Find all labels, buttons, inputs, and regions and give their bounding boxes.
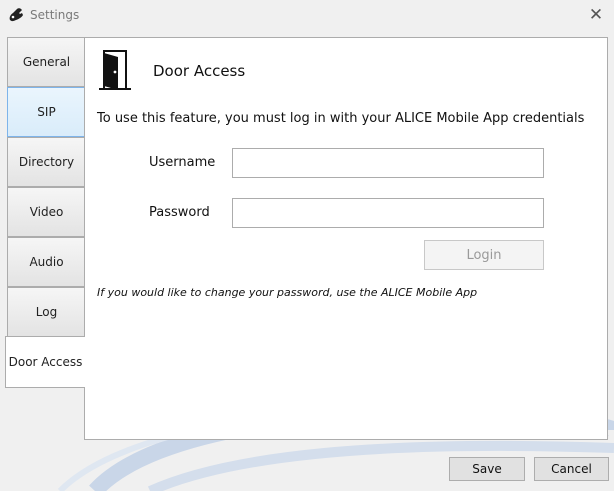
- username-label: Username: [149, 155, 216, 170]
- door-access-panel: Door Access To use this feature, you mus…: [84, 37, 608, 440]
- tab-label: Door Access: [8, 355, 83, 369]
- username-field[interactable]: [232, 148, 544, 178]
- intro-text: To use this feature, you must log in wit…: [97, 111, 585, 126]
- tab-directory[interactable]: Directory: [7, 137, 85, 187]
- tab-label: Log: [35, 305, 58, 319]
- tab-label: General: [22, 55, 71, 69]
- cancel-button[interactable]: Cancel: [534, 457, 609, 481]
- tab-log[interactable]: Log: [7, 287, 85, 337]
- login-button[interactable]: Login: [424, 240, 544, 270]
- tab-sip[interactable]: SIP: [7, 87, 85, 137]
- title-bar: Settings ✕: [0, 0, 614, 30]
- close-icon: ✕: [588, 5, 604, 25]
- close-button[interactable]: ✕: [578, 0, 614, 30]
- password-field[interactable]: [232, 198, 544, 228]
- tab-label: Video: [29, 205, 64, 219]
- tab-label: SIP: [37, 105, 56, 119]
- panel-title: Door Access: [153, 62, 246, 80]
- tab-label: Audio: [29, 255, 64, 269]
- phone-handset-icon: [9, 8, 23, 22]
- tab-video[interactable]: Video: [7, 187, 85, 237]
- settings-window: Settings ✕ General SIP Directory Video A…: [0, 0, 614, 491]
- tab-audio[interactable]: Audio: [7, 237, 85, 287]
- tab-general[interactable]: General: [7, 37, 85, 87]
- save-button[interactable]: Save: [449, 457, 525, 481]
- tab-label: Directory: [18, 155, 75, 169]
- window-title: Settings: [30, 8, 80, 22]
- tab-door-access[interactable]: Door Access: [5, 336, 85, 388]
- password-label: Password: [149, 205, 210, 220]
- open-door-icon: [99, 50, 131, 90]
- password-change-note: If you would like to change your passwor…: [97, 286, 478, 299]
